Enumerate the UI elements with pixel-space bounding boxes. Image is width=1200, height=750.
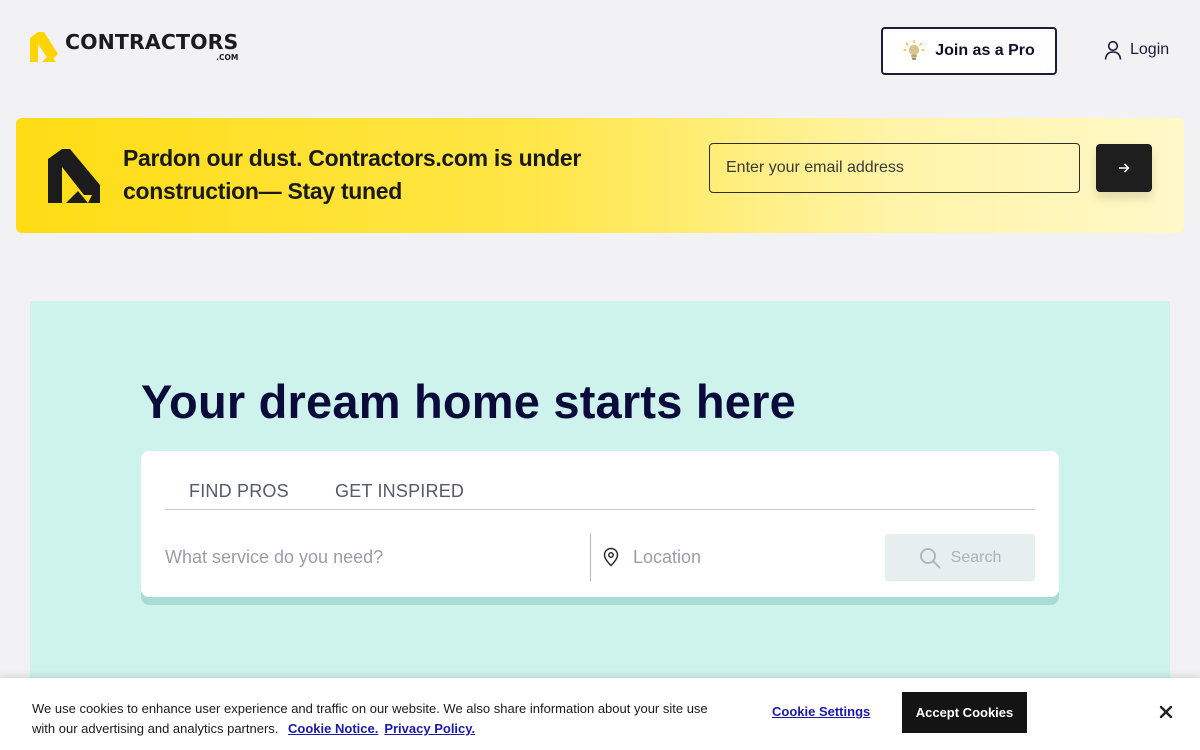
arrow-right-icon bbox=[1119, 163, 1130, 173]
tab-find-pros[interactable]: FIND PROS bbox=[189, 481, 289, 502]
cookie-settings-button[interactable]: Cookie Settings bbox=[772, 704, 870, 719]
search-button[interactable]: Search bbox=[885, 534, 1035, 581]
brand-mark-icon bbox=[48, 149, 100, 203]
search-tabs: FIND PROS GET INSPIRED bbox=[165, 471, 1035, 510]
logo-mark-icon bbox=[30, 32, 58, 62]
search-icon bbox=[919, 547, 941, 568]
search-label: Search bbox=[950, 548, 1002, 566]
privacy-policy-link[interactable]: Privacy Policy. bbox=[384, 721, 475, 736]
email-submit-button[interactable] bbox=[1096, 144, 1152, 192]
login-button[interactable]: Login bbox=[1104, 38, 1169, 62]
location-pin-icon bbox=[603, 547, 619, 567]
user-icon bbox=[1104, 40, 1122, 60]
site-logo[interactable]: CONTRACTORS .COM bbox=[30, 32, 238, 62]
close-icon[interactable] bbox=[1158, 704, 1174, 720]
logo-suffix: .COM bbox=[216, 52, 239, 62]
login-label: Login bbox=[1130, 41, 1170, 58]
hero-title: Your dream home starts here bbox=[141, 375, 796, 428]
site-header: CONTRACTORS .COM Join as a Pro Login bbox=[0, 0, 1200, 100]
join-as-pro-label: Join as a Pro bbox=[935, 42, 1035, 59]
cookie-notice-link[interactable]: Cookie Notice. bbox=[288, 721, 378, 736]
cookie-consent-bar: We use cookies to enhance user experienc… bbox=[0, 678, 1200, 750]
construction-banner: Pardon our dust. Contractors.com is unde… bbox=[16, 118, 1184, 233]
lightbulb-icon bbox=[903, 40, 925, 60]
search-card: FIND PROS GET INSPIRED Search bbox=[141, 451, 1059, 597]
logo-wordmark: CONTRACTORS bbox=[65, 30, 239, 54]
banner-message: Pardon our dust. Contractors.com is unde… bbox=[123, 145, 581, 204]
location-input[interactable] bbox=[633, 532, 873, 582]
cookie-message: We use cookies to enhance user experienc… bbox=[32, 699, 732, 739]
tab-get-inspired[interactable]: GET INSPIRED bbox=[335, 481, 464, 502]
accept-cookies-button[interactable]: Accept Cookies bbox=[902, 692, 1027, 733]
search-divider bbox=[590, 533, 591, 581]
email-input[interactable] bbox=[709, 143, 1080, 193]
join-as-pro-button[interactable]: Join as a Pro bbox=[881, 27, 1057, 75]
service-input[interactable] bbox=[165, 532, 585, 582]
